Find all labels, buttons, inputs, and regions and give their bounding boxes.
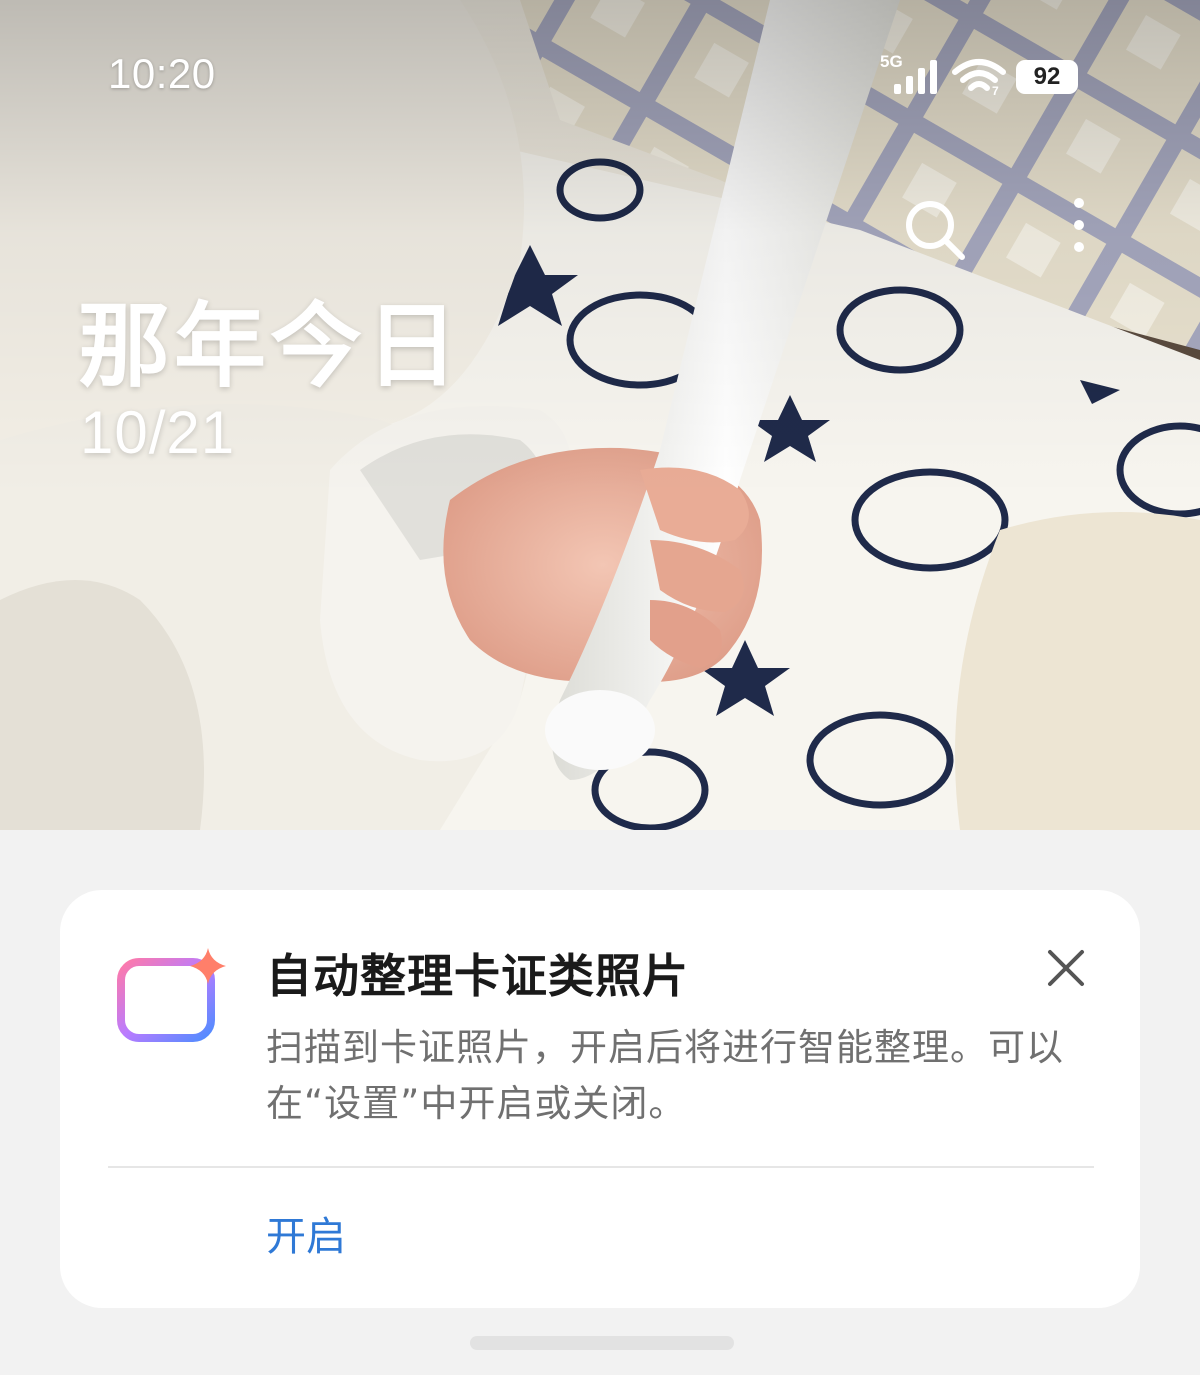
suggestion-card: 自动整理卡证类照片 扫描到卡证照片，开启后将进行智能整理。可以在“设置”中开启或… xyxy=(60,890,1140,1308)
signal-icon xyxy=(894,60,937,94)
card-description: 扫描到卡证照片，开启后将进行智能整理。可以在“设置”中开启或关闭。 xyxy=(266,1026,1064,1125)
svg-text:7: 7 xyxy=(992,84,999,96)
battery-indicator: 92 xyxy=(1016,60,1078,94)
enable-button[interactable]: 开启 xyxy=(266,1204,346,1262)
memory-title: 那年今日 xyxy=(78,293,463,400)
more-icon[interactable] xyxy=(1062,195,1096,259)
search-icon[interactable] xyxy=(900,195,970,265)
wifi-icon: 7 xyxy=(952,59,1006,96)
status-time: 10:20 xyxy=(108,50,216,97)
divider xyxy=(108,1166,1094,1168)
status-icons: 5G 7 92 xyxy=(876,50,1086,102)
card-sparkle-icon xyxy=(117,948,226,1042)
home-indicator[interactable] xyxy=(470,1336,734,1350)
card-title: 自动整理卡证类照片 xyxy=(266,949,689,1003)
close-icon[interactable] xyxy=(1044,946,1088,990)
memory-date: 10/21 xyxy=(80,399,236,466)
